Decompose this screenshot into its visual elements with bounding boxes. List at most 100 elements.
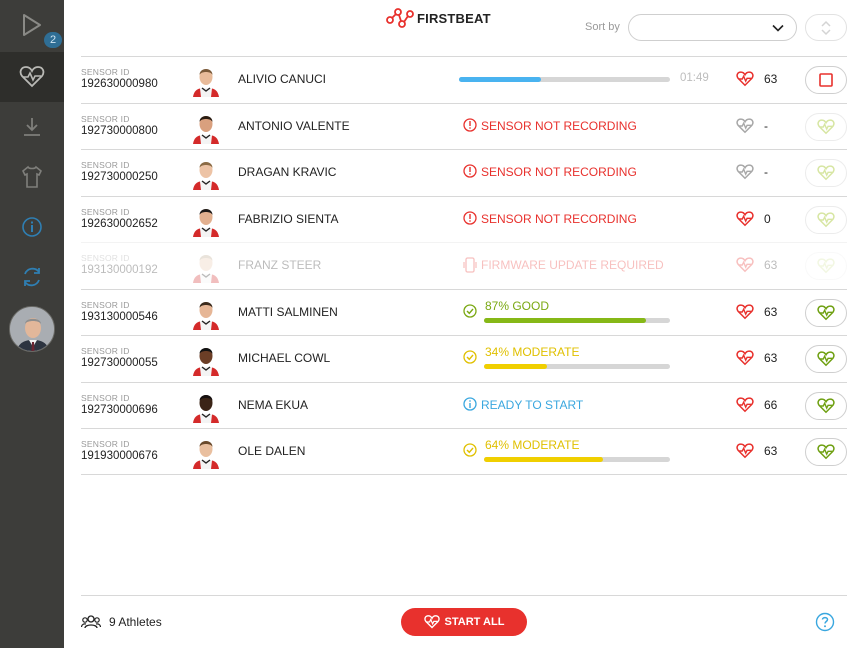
status-text: 87% GOOD [485, 298, 550, 313]
athlete-photo [193, 394, 219, 423]
athlete-row[interactable]: SENSOR ID 192730000696 NEMA EKUA READY T… [81, 381, 847, 429]
sidebar-item-shirt[interactable] [0, 152, 64, 202]
heart-rate-value: 66 [764, 397, 778, 412]
heart-rate-icon [736, 350, 754, 366]
sensor-id-label: SENSOR ID [81, 392, 130, 403]
athlete-row[interactable]: SENSOR ID 192630002652 FABRIZIO SIENTA S… [81, 195, 847, 243]
sensor-status: SENSOR NOT RECORDING [463, 150, 723, 196]
heart-rate-icon-wrap [736, 443, 754, 464]
athlete-row[interactable]: SENSOR ID 192730000055 MICHAEL COWL 34% … [81, 335, 847, 382]
start-recording-button[interactable] [805, 391, 847, 420]
sensor-status: 64% MODERATE [463, 429, 723, 475]
athlete-photo [193, 69, 219, 97]
sensor-id-value: 192730000250 [81, 171, 158, 183]
athlete-name: FABRIZIO SIENTA [238, 211, 339, 226]
sensor-id-value: 192630000980 [81, 78, 158, 90]
sensor-id-value: 193130000192 [81, 264, 158, 276]
heart-pulse-icon [817, 444, 835, 460]
check-circle-icon [463, 443, 477, 457]
alert-icon [463, 117, 477, 132]
sort-dropdown[interactable] [628, 14, 797, 41]
group-icon [81, 615, 101, 629]
athletes-count-text: 9 Athletes [109, 615, 162, 629]
sensor-id-label: SENSOR ID [81, 439, 130, 449]
start-recording-button-disabled[interactable] [805, 205, 847, 234]
athlete-name: NEMA EKUA [238, 397, 309, 412]
sensor-id-label: SENSOR ID [81, 113, 130, 124]
start-recording-button-disabled[interactable] [805, 112, 847, 141]
heart-rate-icon-wrap [736, 257, 754, 278]
sensor-status: 01:49 [459, 57, 723, 103]
heart-rate-icon [736, 117, 754, 133]
signal-quality-fill [484, 457, 604, 462]
sensor-status: SENSOR NOT RECORDING [463, 197, 723, 243]
heart-rate-icon-wrap [736, 303, 754, 325]
heart-pulse-icon [817, 351, 835, 367]
heart-rate-value: 63 [764, 72, 778, 86]
recording-progress-fill [459, 77, 542, 82]
logo-text: FIRSTBEAT [417, 10, 491, 26]
athlete-name: OLE DALEN [238, 444, 306, 458]
heart-rate-icon-wrap [736, 210, 754, 232]
stop-icon [819, 73, 833, 87]
heart-rate-value: 0 [764, 211, 771, 226]
heart-rate-value: 63 [764, 444, 778, 458]
heart-rate-icon [736, 443, 754, 459]
sidebar-item-heart[interactable] [0, 52, 64, 102]
signal-quality-bar [484, 317, 670, 323]
athlete-row[interactable]: SENSOR ID 192730000800 ANTONIO VALENTE S… [81, 102, 847, 150]
sidebar-badge: 2 [44, 32, 62, 48]
athlete-name: ANTONIO VALENTE [238, 118, 350, 133]
sensor-id-label: SENSOR ID [81, 67, 130, 77]
athlete-photo [193, 162, 219, 190]
sensor-status: FIRMWARE UPDATE REQUIRED [463, 243, 723, 289]
heart-rate-value: - [764, 165, 768, 179]
start-recording-button-disabled[interactable] [805, 252, 847, 280]
status-text: SENSOR NOT RECORDING [481, 165, 637, 179]
sidebar-item-sync[interactable] [0, 252, 64, 302]
athlete-row[interactable]: SENSOR ID 193130000192 FRANZ STEER FIRMW… [81, 242, 847, 289]
status-text: READY TO START [481, 397, 584, 412]
sensor-id-value: 192730000800 [81, 124, 158, 137]
help-icon[interactable] [815, 612, 835, 632]
start-recording-button[interactable] [805, 298, 847, 327]
heart-pulse-icon [817, 118, 835, 134]
sensor-status: SENSOR NOT RECORDING [463, 104, 723, 150]
start-recording-button[interactable] [805, 438, 847, 466]
check-circle-icon [463, 303, 477, 318]
user-avatar[interactable] [9, 306, 55, 352]
header: FIRSTBEAT Sort by [64, 0, 864, 56]
chevron-down-icon [772, 24, 784, 32]
stop-recording-button[interactable] [805, 66, 847, 94]
start-all-button[interactable]: START ALL [401, 608, 527, 636]
sort-order-button[interactable] [805, 14, 847, 41]
recording-timer: 01:49 [680, 72, 709, 84]
start-recording-button-disabled[interactable] [805, 159, 847, 187]
signal-quality-bar [484, 364, 670, 369]
alert-icon [463, 210, 477, 225]
recording-progress-bar [459, 77, 670, 82]
start-recording-button[interactable] [805, 345, 847, 373]
sensor-id-value: 192730000696 [81, 403, 158, 416]
athlete-photo [193, 255, 219, 283]
sidebar-item-download[interactable] [0, 102, 64, 152]
heart-rate-icon-wrap [736, 117, 754, 139]
sensor-id-value: 192630002652 [81, 217, 158, 230]
athlete-row[interactable]: SENSOR ID 192730000250 DRAGAN KRAVIC SEN… [81, 149, 847, 196]
sensor-id-label: SENSOR ID [81, 206, 130, 217]
athlete-photo [193, 115, 219, 144]
athlete-row[interactable]: SENSOR ID 192630000980 ALIVIO CANUCI 01:… [81, 56, 847, 103]
logo-mark-icon [386, 8, 414, 28]
play-icon [23, 14, 41, 36]
heart-rate-icon [736, 396, 754, 412]
athlete-row[interactable]: SENSOR ID 191930000676 OLE DALEN 64% MOD… [81, 428, 847, 475]
heart-rate-value: 63 [764, 304, 778, 319]
sensor-id-value: 193130000546 [81, 310, 158, 323]
sensor-id-label: SENSOR ID [81, 346, 130, 356]
user-avatar-image [10, 307, 54, 351]
footer: 9 Athletes START ALL [81, 595, 847, 648]
sidebar-item-info[interactable] [0, 202, 64, 252]
heart-rate-value: 63 [764, 351, 778, 365]
sidebar-item-play[interactable]: 2 [0, 0, 64, 50]
athlete-row[interactable]: SENSOR ID 193130000546 MATTI SALMINEN 87… [81, 288, 847, 336]
